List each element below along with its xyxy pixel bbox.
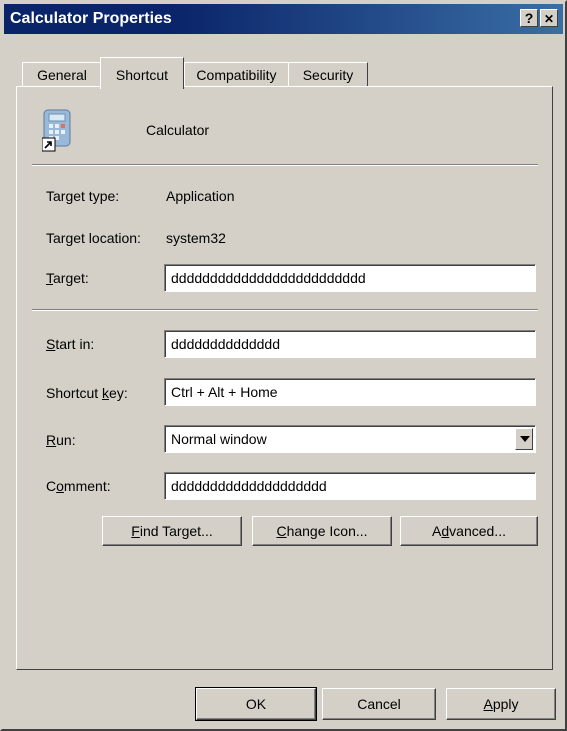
calculator-icon: [41, 108, 74, 152]
start-in-label: Start in:: [46, 336, 95, 352]
shortcut-key-value: Ctrl + Alt + Home: [171, 384, 278, 400]
advanced-button[interactable]: Advanced...: [400, 516, 538, 546]
properties-dialog: Calculator Properties ? ✕ General Shortc…: [0, 0, 567, 731]
start-in-input-value: dddddddddddddd: [171, 336, 281, 352]
tab-security-label: Security: [302, 67, 354, 83]
target-type-label: Target type:: [46, 188, 120, 204]
ok-label: OK: [245, 696, 267, 712]
help-icon: ?: [524, 10, 534, 26]
run-select-value: Normal window: [171, 431, 267, 447]
shortcut-key-label: Shortcut key:: [46, 385, 128, 401]
shortcut-key-input[interactable]: Ctrl + Alt + Home: [164, 378, 536, 406]
run-dropdown-button[interactable]: [515, 428, 533, 450]
start-in-input[interactable]: dddddddddddddd: [164, 330, 536, 358]
tab-shortcut[interactable]: Shortcut: [100, 57, 184, 89]
target-input[interactable]: ddddddddddddddddddddddddd: [164, 264, 536, 292]
comment-input-value: dddddddddddddddddddd: [171, 478, 327, 494]
close-button[interactable]: ✕: [540, 9, 558, 27]
comment-input[interactable]: dddddddddddddddddddd: [164, 472, 536, 500]
tab-general[interactable]: General: [22, 62, 102, 87]
cancel-button[interactable]: Cancel: [322, 688, 436, 720]
chevron-down-icon: [520, 436, 530, 442]
target-location-value: system32: [166, 230, 226, 246]
tab-general-label: General: [37, 67, 87, 83]
target-location-label: Target location:: [46, 230, 141, 246]
target-input-value: ddddddddddddddddddddddddd: [171, 270, 366, 286]
change-icon-button[interactable]: Change Icon...: [252, 516, 392, 546]
window-title: Calculator Properties: [10, 10, 172, 27]
find-target-button[interactable]: Find Target...: [102, 516, 242, 546]
cancel-label: Cancel: [357, 696, 401, 712]
tab-compatibility[interactable]: Compatibility: [184, 62, 289, 87]
target-label: Target:: [46, 270, 89, 286]
tab-shortcut-label: Shortcut: [115, 67, 169, 83]
run-select[interactable]: Normal window: [164, 425, 536, 453]
close-icon: ✕: [543, 12, 555, 26]
app-name: Calculator: [146, 122, 210, 138]
apply-button[interactable]: Apply: [446, 688, 556, 720]
title-bar[interactable]: Calculator Properties ? ✕: [4, 4, 563, 34]
separator-middle: [32, 309, 538, 311]
target-type-value: Application: [166, 188, 235, 204]
tab-compatibility-label: Compatibility: [196, 67, 277, 83]
help-button[interactable]: ?: [520, 9, 538, 27]
comment-label: Comment:: [46, 478, 111, 494]
separator-top: [32, 164, 538, 166]
tab-security[interactable]: Security: [288, 62, 368, 87]
ok-button[interactable]: OK: [195, 687, 317, 721]
run-label: Run:: [46, 432, 76, 448]
